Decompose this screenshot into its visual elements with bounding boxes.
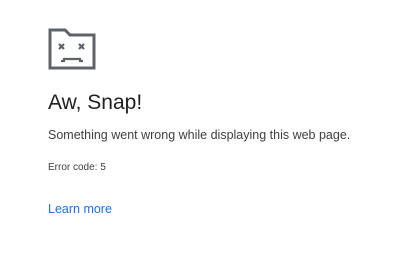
error-code: Error code: 5: [48, 162, 106, 173]
sad-tab-icon: [48, 28, 96, 70]
error-page: Aw, Snap! Something went wrong while dis…: [0, 0, 413, 271]
learn-more-link[interactable]: Learn more: [48, 201, 112, 217]
error-message: Something went wrong while displaying th…: [48, 128, 351, 142]
error-title: Aw, Snap!: [48, 91, 143, 114]
